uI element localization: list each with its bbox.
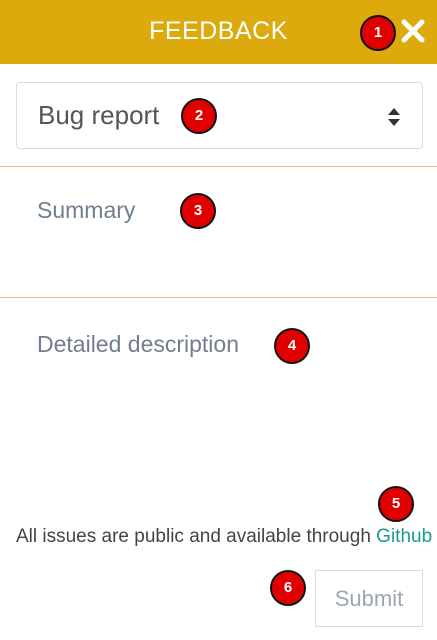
github-link[interactable]: Github (376, 526, 432, 547)
annotation-marker-4: 4 (274, 328, 310, 364)
close-icon (401, 19, 425, 43)
feedback-type-value: Bug report (38, 100, 160, 130)
feedback-type-select[interactable]: Bug report (16, 82, 423, 149)
sort-caret-icon (388, 108, 400, 126)
summary-input[interactable]: Summary (0, 167, 437, 297)
submit-button[interactable]: Submit (315, 570, 423, 627)
close-button[interactable] (398, 16, 428, 46)
description-placeholder: Detailed description (37, 331, 240, 357)
summary-placeholder: Summary (37, 197, 136, 223)
annotation-marker-5: 5 (378, 486, 414, 522)
annotation-marker-6: 6 (270, 570, 306, 606)
annotation-marker-2: 2 (181, 98, 217, 134)
annotation-marker-3: 3 (180, 193, 216, 229)
description-textarea[interactable]: Detailed description (0, 298, 437, 498)
notice-text: All issues are public and available thro… (16, 526, 377, 547)
public-issues-notice: All issues are public and available thro… (16, 526, 432, 548)
annotation-marker-1: 1 (360, 15, 396, 51)
